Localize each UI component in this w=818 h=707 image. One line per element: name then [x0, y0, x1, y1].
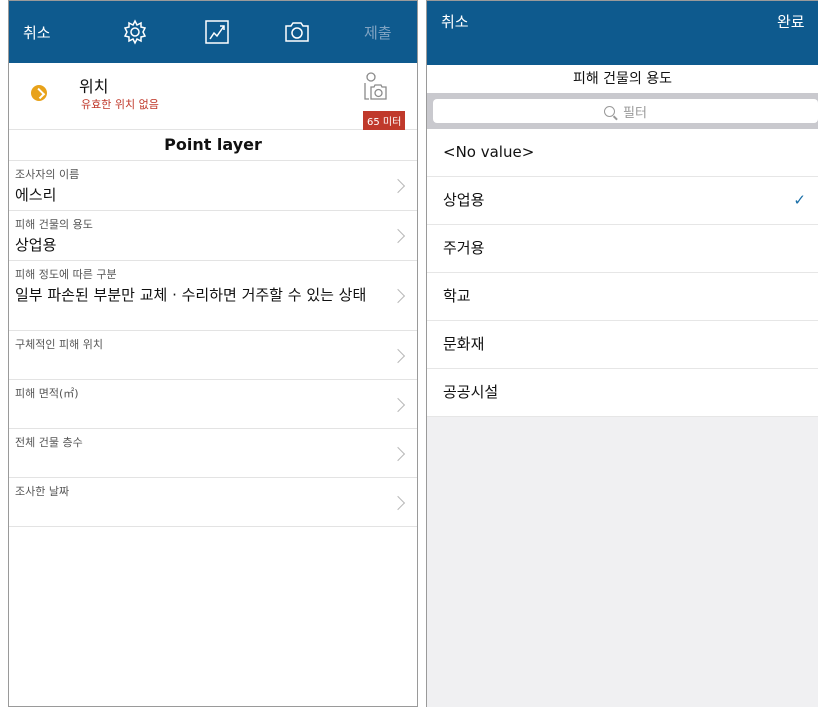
option-cultural-heritage[interactable]: 문화재 — [427, 321, 818, 369]
chevron-right-icon — [390, 397, 406, 413]
field-label: 조사자의 이름 — [15, 168, 80, 181]
option-label: 상업용 — [443, 191, 485, 209]
checkmark-icon: ✓ — [793, 191, 806, 209]
field-surveyor-name[interactable]: 조사자의 이름 에스리 — [9, 161, 417, 211]
gear-icon[interactable] — [117, 1, 153, 63]
location-status-icon — [31, 85, 47, 101]
search-icon — [604, 105, 616, 117]
option-no-value[interactable]: <No value> — [427, 129, 818, 177]
picker-toolbar: 취소 완료 — [427, 1, 818, 65]
submit-button[interactable]: 제출 — [364, 1, 392, 63]
option-public-facility[interactable]: 공공시설 — [427, 369, 818, 417]
sketch-icon[interactable] — [199, 1, 235, 63]
field-value: 일부 파손된 부분만 교체 · 수리하면 거주할 수 있는 상태 — [15, 286, 367, 304]
location-row[interactable]: 위치 유효한 위치 없음 65 미터 — [9, 63, 417, 130]
option-label: 주거용 — [443, 239, 485, 257]
location-status-text: 유효한 위치 없음 — [81, 98, 159, 111]
option-school[interactable]: 학교 — [427, 273, 818, 321]
picker-title: 피해 건물의 용도 — [427, 65, 818, 93]
chevron-right-icon — [390, 288, 406, 304]
done-button[interactable]: 완료 — [777, 1, 805, 41]
field-damage-location[interactable]: 구체적인 피해 위치 — [9, 331, 417, 380]
field-label: 조사한 날짜 — [15, 485, 70, 498]
distance-badge: 65 미터 — [363, 111, 406, 130]
chevron-right-icon — [390, 446, 406, 462]
picker-cancel-button[interactable]: 취소 — [441, 1, 469, 41]
field-survey-date[interactable]: 조사한 날짜 — [9, 478, 417, 527]
chevron-right-icon — [390, 178, 406, 194]
field-label: 피해 정도에 따른 구분 — [15, 268, 117, 281]
filter-bar: 필터 — [427, 93, 818, 129]
field-label: 피해 면적(㎡) — [15, 387, 79, 400]
location-title: 위치 — [79, 77, 109, 96]
building-use-picker-panel: 취소 완료 피해 건물의 용도 필터 <No value> 상업용 ✓ 주거용 학… — [426, 0, 818, 707]
option-commercial[interactable]: 상업용 ✓ — [427, 177, 818, 225]
field-floor-count[interactable]: 전체 건물 층수 — [9, 429, 417, 478]
option-label: <No value> — [443, 143, 535, 161]
chevron-right-icon — [390, 348, 406, 364]
field-label: 피해 건물의 용도 — [15, 218, 93, 231]
option-residential[interactable]: 주거용 — [427, 225, 818, 273]
option-label: 학교 — [443, 287, 471, 305]
field-label: 구체적인 피해 위치 — [15, 338, 103, 351]
cancel-button[interactable]: 취소 — [23, 1, 51, 63]
chevron-right-icon — [390, 228, 406, 244]
field-label: 전체 건물 층수 — [15, 436, 83, 449]
form-toolbar: 취소 제출 — [9, 1, 417, 63]
field-damage-level[interactable]: 피해 정도에 따른 구분 일부 파손된 부분만 교체 · 수리하면 거주할 수 … — [9, 261, 417, 331]
field-building-use[interactable]: 피해 건물의 용도 상업용 — [9, 211, 417, 261]
option-label: 공공시설 — [443, 383, 499, 401]
camera-icon[interactable] — [279, 1, 315, 63]
field-damage-area[interactable]: 피해 면적(㎡) — [9, 380, 417, 429]
option-list: <No value> 상업용 ✓ 주거용 학교 문화재 공공시설 — [427, 129, 818, 417]
survey-form-panel: 취소 제출 위치 유효한 위치 없음 65 미터 Point layer 조사자… — [8, 0, 418, 707]
option-label: 문화재 — [443, 335, 485, 353]
filter-input[interactable]: 필터 — [433, 99, 818, 123]
field-value: 상업용 — [15, 236, 57, 254]
filter-placeholder: 필터 — [623, 105, 647, 121]
chevron-right-icon — [390, 495, 406, 511]
field-value: 에스리 — [15, 186, 57, 204]
layer-title: Point layer — [9, 130, 417, 161]
camera-location-icon[interactable] — [361, 71, 389, 107]
